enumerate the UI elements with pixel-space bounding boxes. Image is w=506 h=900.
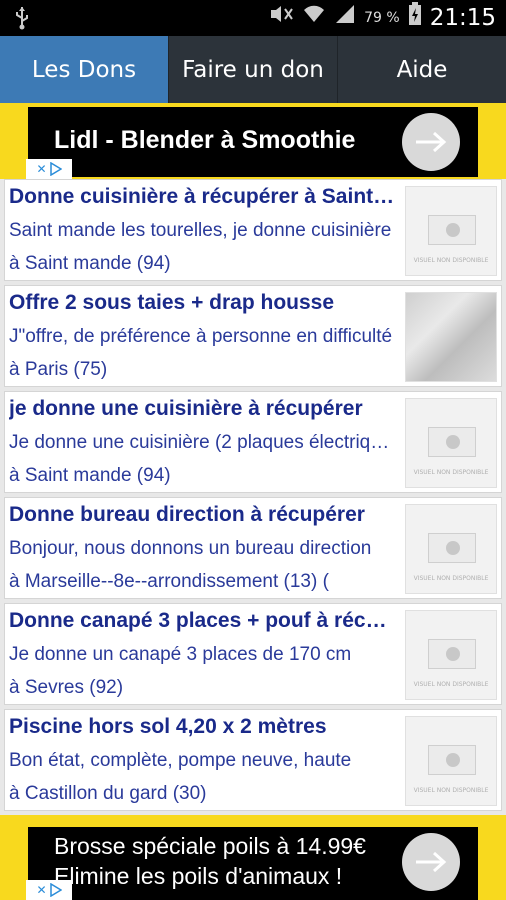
arrow-right-icon[interactable] (402, 113, 460, 171)
item-location: à Paris (75) (9, 359, 108, 380)
image-placeholder-icon (428, 745, 476, 775)
ad-bottom-content[interactable]: Brosse spéciale poils à 14.99€ Elimine l… (28, 827, 478, 900)
list-item[interactable]: Donne canapé 3 places + pouf à récupérer… (4, 603, 502, 705)
item-thumbnail: VISUEL NON DISPONIBLE (405, 716, 497, 806)
thumbnail-caption: VISUEL NON DISPONIBLE (413, 469, 489, 476)
ad-bottom-line1: Brosse spéciale poils à 14.99€ (54, 833, 366, 859)
item-location: à Saint mande (94) (9, 253, 171, 274)
ad-bottom-line2: Elimine les poils d'animaux ! (54, 863, 343, 889)
item-description: Bonjour, nous donnons un bureau directio… (9, 538, 372, 559)
item-title: Donne canapé 3 places + pouf à récupérer (9, 609, 399, 632)
item-description: Je donne un canapé 3 places de 170 cm (9, 644, 352, 665)
tab-les-dons[interactable]: Les Dons (0, 36, 169, 103)
item-title: Offre 2 sous taies + drap housse (9, 291, 335, 314)
item-title: Piscine hors sol 4,20 x 2 mètres (9, 715, 327, 738)
tab-aide[interactable]: Aide (338, 36, 506, 103)
status-icons: 79 % 21:15 (268, 1, 496, 35)
list-item[interactable]: je donne une cuisinière à récupérer Je d… (4, 391, 502, 493)
ad-choices-icon[interactable]: ✕ (26, 880, 72, 900)
item-photo (405, 292, 497, 382)
item-location: à Saint mande (94) (9, 465, 171, 486)
item-description: Je donne une cuisinière (2 plaques élect… (9, 432, 399, 453)
ad-banner-top: Lidl - Blender à Smoothie ✕ (0, 103, 506, 179)
list-item[interactable]: Piscine hors sol 4,20 x 2 mètres Bon éta… (4, 709, 502, 811)
list-item[interactable]: Donne cuisinière à récupérer à Saint man… (4, 179, 502, 281)
item-location: à Sevres (92) (9, 677, 124, 698)
donation-list: Donne cuisinière à récupérer à Saint man… (0, 179, 506, 815)
signal-icon (334, 4, 356, 33)
image-placeholder-icon (428, 533, 476, 563)
mute-icon (268, 4, 294, 33)
status-bar: 79 % 21:15 (0, 0, 506, 36)
image-placeholder-icon (428, 639, 476, 669)
item-location: à Castillon du gard (30) (9, 783, 207, 804)
item-description: Saint mande les tourelles, je donne cuis… (9, 220, 392, 241)
ad-choices-icon[interactable]: ✕ (26, 159, 72, 179)
tab-bar: Les Dons Faire un don Aide (0, 36, 506, 103)
battery-percent: 79 % (364, 10, 400, 26)
thumbnail-caption: VISUEL NON DISPONIBLE (413, 575, 489, 582)
item-thumbnail: VISUEL NON DISPONIBLE (405, 610, 497, 700)
image-placeholder-icon (428, 427, 476, 457)
arrow-right-icon[interactable] (402, 833, 460, 891)
thumbnail-caption: VISUEL NON DISPONIBLE (413, 257, 489, 264)
item-description: Bon état, complète, pompe neuve, haute (9, 750, 352, 771)
image-placeholder-icon (428, 215, 476, 245)
item-title: Donne cuisinière à récupérer à Saint man… (9, 185, 399, 208)
thumbnail-caption: VISUEL NON DISPONIBLE (413, 681, 489, 688)
usb-icon (14, 6, 30, 35)
item-thumbnail: VISUEL NON DISPONIBLE (405, 186, 497, 276)
item-location: à Marseille--8e--arrondissement (13) ( (9, 571, 329, 592)
ad-top-title: Lidl - Blender à Smoothie (54, 126, 356, 154)
item-title: Donne bureau direction à récupérer (9, 503, 365, 526)
list-item[interactable]: Donne bureau direction à récupérer Bonjo… (4, 497, 502, 599)
wifi-icon (302, 4, 326, 33)
battery-charging-icon (408, 1, 422, 35)
app-screen: 79 % 21:15 Les Dons Faire un don Aide Li… (0, 0, 506, 900)
item-thumbnail: VISUEL NON DISPONIBLE (405, 504, 497, 594)
ad-banner-bottom: Brosse spéciale poils à 14.99€ Elimine l… (0, 815, 506, 900)
thumbnail-caption: VISUEL NON DISPONIBLE (413, 787, 489, 794)
ad-top-content[interactable]: Lidl - Blender à Smoothie (28, 107, 478, 177)
tab-faire-un-don[interactable]: Faire un don (169, 36, 338, 103)
item-description: J"offre, de préférence à personne en dif… (9, 326, 393, 347)
item-thumbnail: VISUEL NON DISPONIBLE (405, 398, 497, 488)
list-item[interactable]: Offre 2 sous taies + drap housse J"offre… (4, 285, 502, 387)
item-title: je donne une cuisinière à récupérer (9, 397, 363, 420)
clock: 21:15 (429, 5, 496, 31)
